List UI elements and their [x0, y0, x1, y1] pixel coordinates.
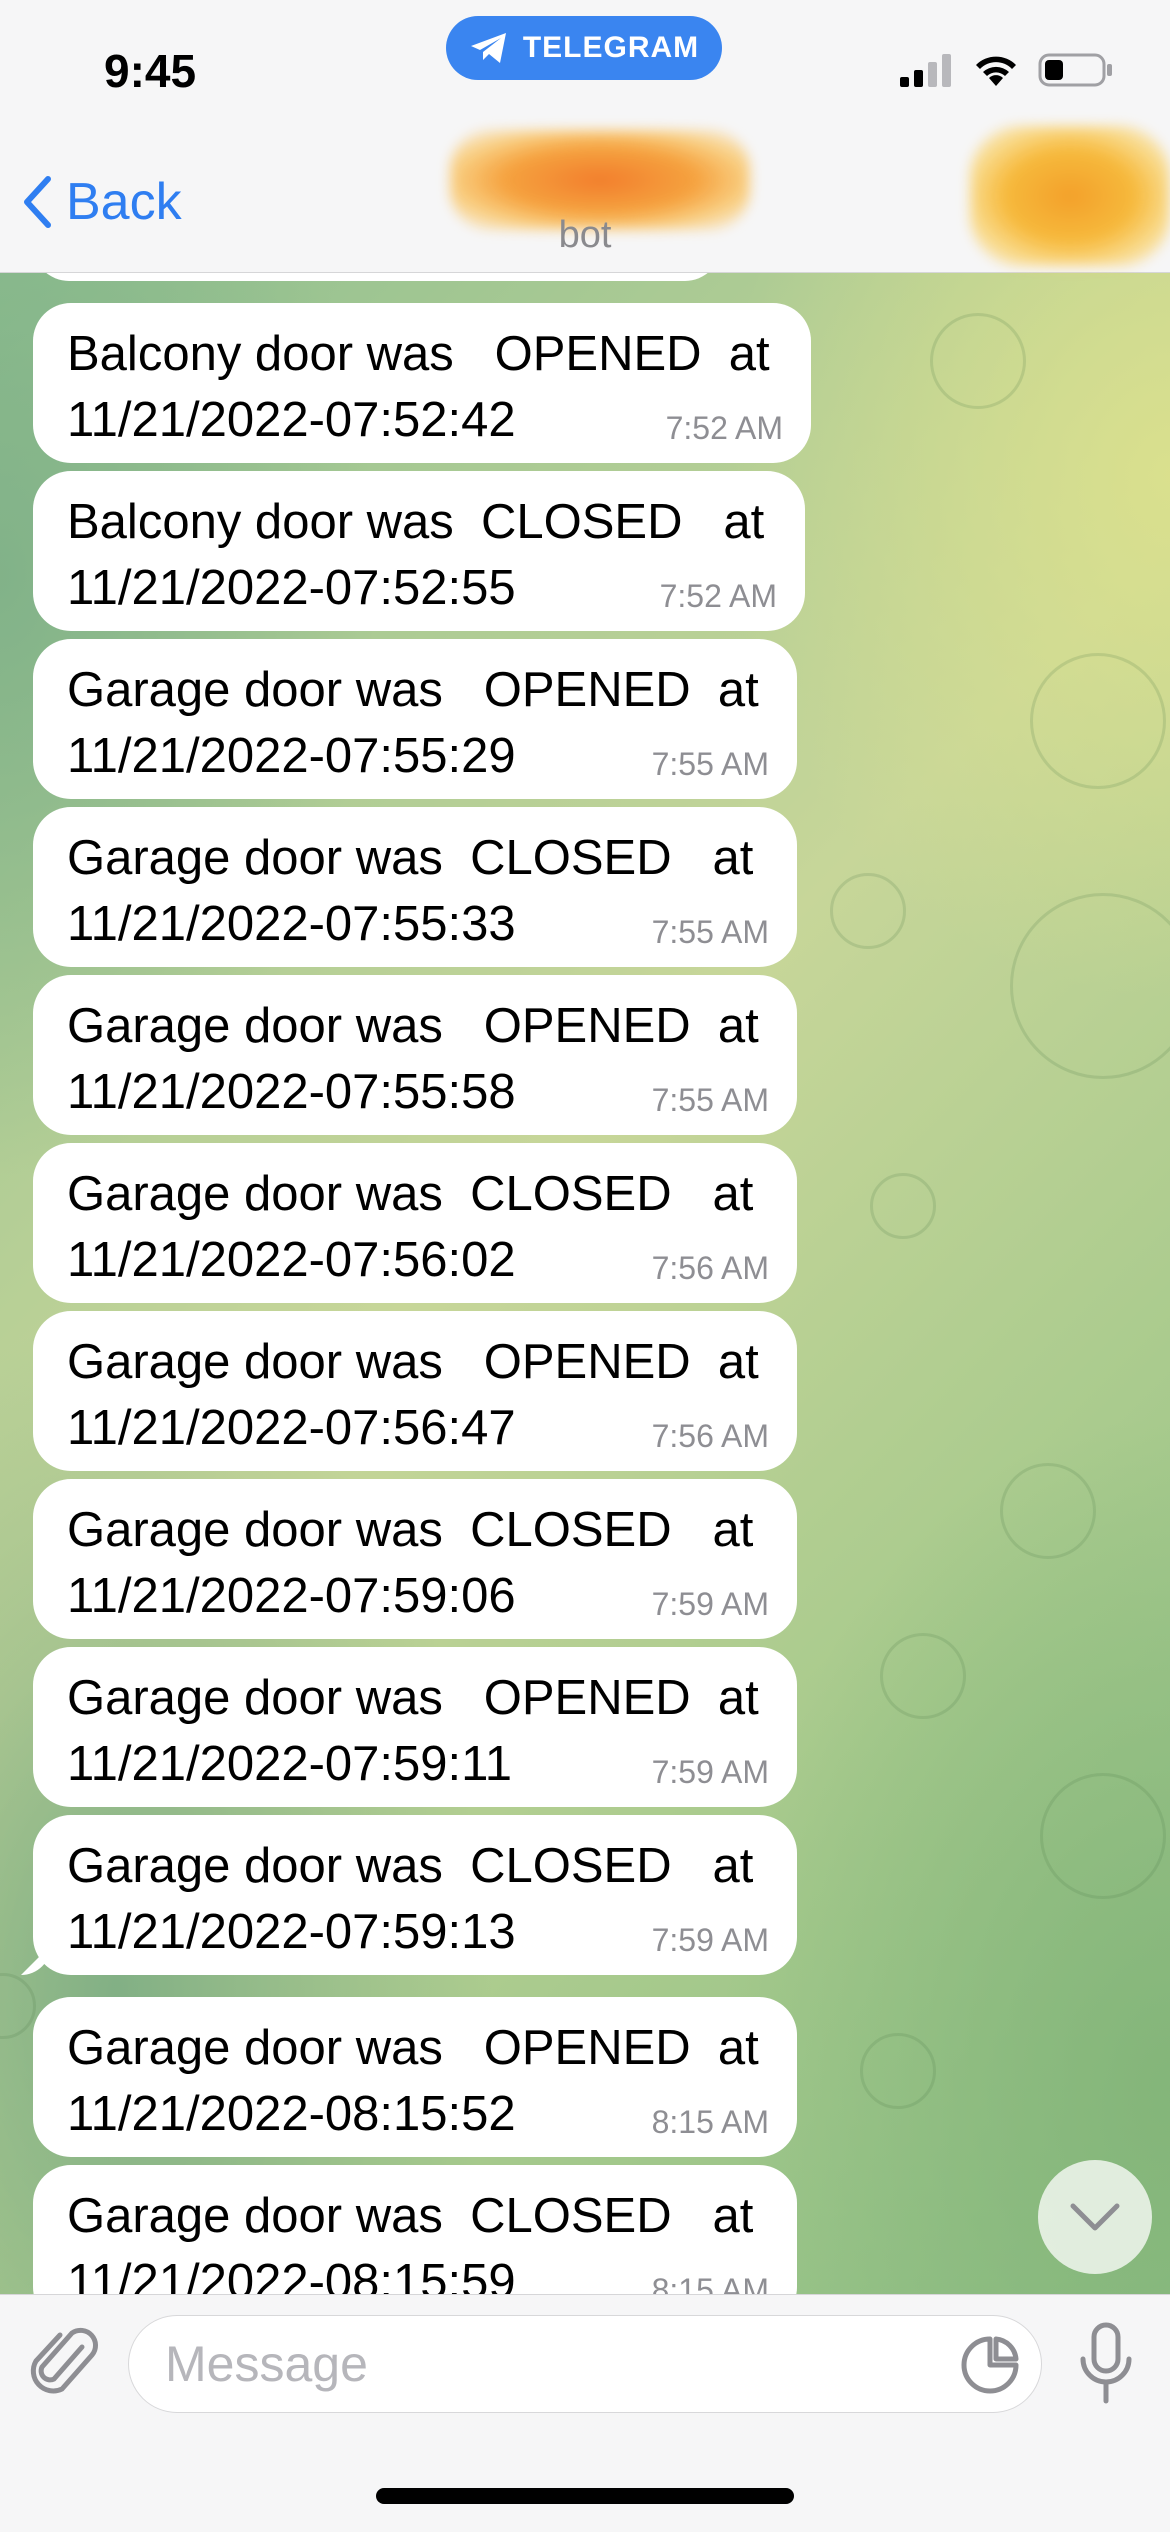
message-text-line: Garage door was OPENED at [67, 1335, 759, 1389]
message-sent-time: 7:55 AM [651, 746, 769, 782]
message-sent-time: 7:59 AM [651, 1586, 769, 1622]
telegram-pill-label: TELEGRAM [522, 31, 700, 64]
message-sent-time: 7:59 AM [651, 1754, 769, 1790]
message-bubble[interactable]: Garage door was CLOSED at 11/21/2022-07:5… [33, 1143, 797, 1303]
message-bubble[interactable]: Garage door was CLOSED at 11/21/2022-07:5… [33, 1815, 797, 1975]
return-to-telegram-pill[interactable]: TELEGRAM [446, 16, 722, 80]
wallpaper-doodle [1040, 1773, 1166, 1899]
scroll-to-bottom-button[interactable] [1038, 2160, 1152, 2274]
wallpaper-doodle [830, 873, 906, 949]
message-text-line: Garage door was CLOSED at [67, 1839, 754, 1893]
message-bubble[interactable]: Garage door was OPENED at 11/21/2022-07:5… [33, 975, 797, 1135]
status-time: 9:45 [104, 45, 197, 97]
message-bubble[interactable]: Garage door was OPENED at 11/21/2022-07:5… [33, 1647, 797, 1807]
message-sent-time: 7:52 AM [665, 410, 783, 446]
message-bubble[interactable]: Balcony door was CLOSED at 11/21/2022-07:… [33, 471, 805, 631]
message-text-line: Garage door was OPENED at [67, 663, 759, 717]
chat-messages-area[interactable]: Balcony door was OPENED at 11/21/2022-07:… [0, 273, 1170, 2294]
message-text-line: Garage door was CLOSED at [67, 1503, 754, 1557]
chat-header: Back bot [0, 110, 1170, 273]
wallpaper-doodle [1030, 653, 1166, 789]
message-bubble[interactable]: Garage door was CLOSED at 11/21/2022-07:5… [33, 1479, 797, 1639]
message-sent-time: 7:55 AM [651, 1082, 769, 1118]
message-sent-time: 8:15 AM [651, 2104, 769, 2140]
message-bubble[interactable]: Balcony door was OPENED at 11/21/2022-07:… [33, 303, 811, 463]
message-sent-time: 7:55 AM [651, 914, 769, 950]
message-text-line: Balcony door was CLOSED at [67, 495, 765, 549]
message-input[interactable] [128, 2315, 1042, 2413]
message-text-line: Garage door was CLOSED at [67, 1167, 754, 1221]
message-bubble[interactable]: Garage door was CLOSED at 11/21/2022-07:5… [33, 807, 797, 967]
wallpaper-doodle [930, 313, 1026, 409]
message-bubble[interactable]: Garage door was OPENED at 11/21/2022-07:5… [33, 639, 797, 799]
message-sent-time: 8:15 AM [651, 2272, 769, 2294]
wallpaper-doodle [1000, 1463, 1096, 1559]
wallpaper-doodle [870, 1173, 936, 1239]
wallpaper-doodle [880, 1633, 966, 1719]
message-bubble[interactable]: Garage door was CLOSED at 11/21/2022-08:1… [33, 2165, 797, 2294]
message-sent-time: 7:59 AM [651, 1922, 769, 1958]
message-text-line: Garage door was OPENED at [67, 1671, 759, 1725]
status-icons [900, 50, 1114, 90]
partial-message-bubble [33, 273, 721, 281]
paperclip-icon[interactable] [30, 2325, 100, 2405]
message-sent-time: 7:52 AM [659, 578, 777, 614]
microphone-icon[interactable] [1078, 2321, 1134, 2407]
cellular-signal-icon [900, 54, 951, 87]
message-text-line: Garage door was OPENED at [67, 999, 759, 1053]
message-text-line: Garage door was OPENED at [67, 2021, 759, 2075]
status-bar: 9:45 TELEGRAM [0, 0, 1170, 110]
message-text-line: Garage door was CLOSED at [67, 831, 754, 885]
message-text-line: Garage door was CLOSED at [67, 2189, 754, 2243]
message-sent-time: 7:56 AM [651, 1250, 769, 1286]
message-bubble[interactable]: Garage door was OPENED at 11/21/2022-08:1… [33, 1997, 797, 2157]
message-sent-time: 7:56 AM [651, 1418, 769, 1454]
chevron-down-icon [1070, 2203, 1120, 2231]
wallpaper-doodle [0, 1973, 36, 2039]
telegram-plane-icon [470, 33, 506, 63]
battery-icon [1038, 53, 1112, 87]
wallpaper-doodle [1010, 893, 1170, 1079]
wifi-icon [976, 56, 1016, 86]
message-text-line: Balcony door was OPENED at [67, 327, 770, 381]
sticker-icon[interactable] [958, 2333, 1022, 2397]
home-indicator [376, 2488, 794, 2504]
avatar-redacted[interactable] [970, 126, 1170, 266]
wallpaper-doodle [860, 2033, 936, 2109]
message-bubble[interactable]: Garage door was OPENED at 11/21/2022-07:5… [33, 1311, 797, 1471]
